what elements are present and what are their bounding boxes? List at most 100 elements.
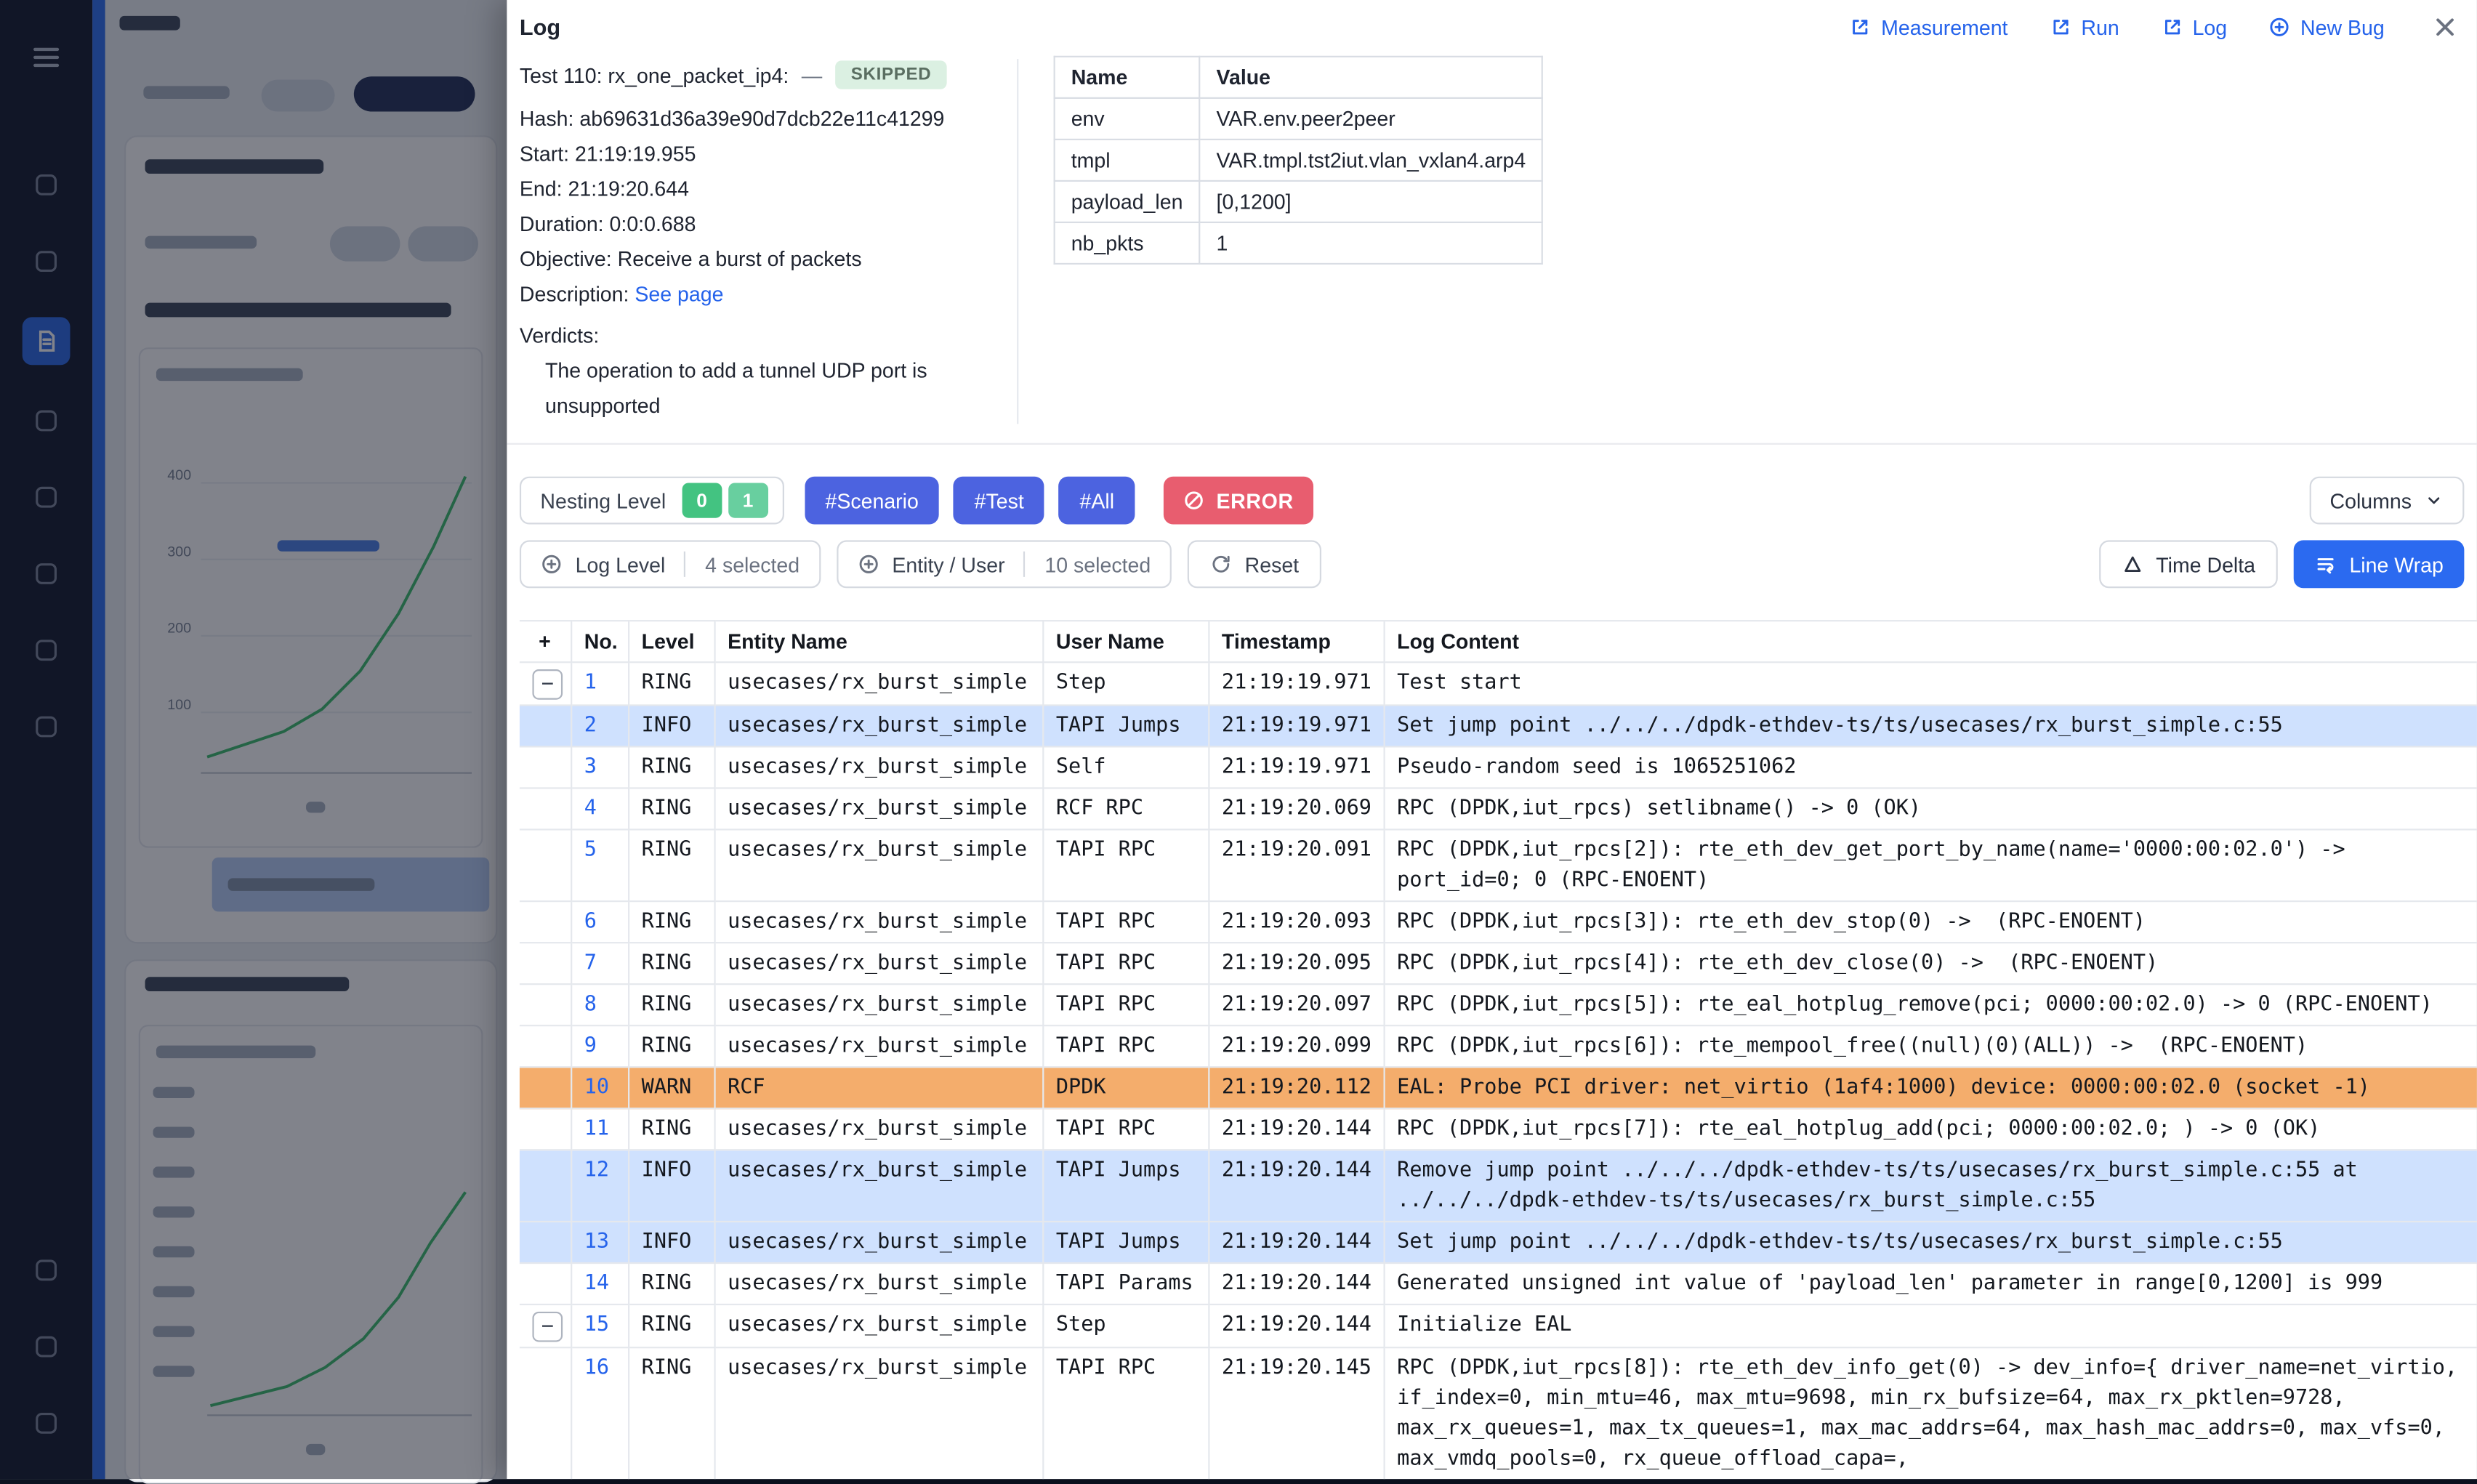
collapse-cell (520, 1067, 571, 1108)
log-row-7: 7RINGusecases/rx_burst_simpleTAPI RPC21:… (520, 943, 2477, 984)
header-actions: Measurement Run Log New Bug (1849, 15, 2384, 39)
collapse-cell (520, 984, 571, 1025)
action-run[interactable]: Run (2050, 15, 2119, 39)
param-col-header: Name (1055, 57, 1200, 98)
timestamp-cell: 21:19:20.093 (1208, 901, 1383, 943)
tag-filter-scenario[interactable]: #Scenario (805, 477, 939, 525)
row-number-link[interactable]: 15 (584, 1313, 609, 1337)
parameters-table: NameValueenvVAR.env.peer2peertmplVAR.tmp… (1054, 56, 1544, 265)
no-cell: 5 (571, 829, 628, 901)
user-cell: TAPI Params (1042, 1263, 1208, 1304)
description-line: Description: See page (520, 278, 1017, 312)
collapse-cell (520, 1222, 571, 1263)
log-row-9: 9RINGusecases/rx_burst_simpleTAPI RPC21:… (520, 1025, 2477, 1067)
action-new-bug[interactable]: New Bug (2268, 15, 2385, 39)
level-cell: RING (628, 1304, 714, 1347)
log-level-filter[interactable]: Log Level 4 selected (520, 540, 821, 588)
log-row-5: 5RINGusecases/rx_burst_simpleTAPI RPC21:… (520, 829, 2477, 901)
log-content-cell: RPC (DPDK,iut_rpcs[2]): rte_eth_dev_get_… (1384, 829, 2477, 901)
row-number-link[interactable]: 13 (584, 1230, 609, 1254)
nesting-badges: 01 (682, 483, 774, 517)
action-log[interactable]: Log (2161, 15, 2227, 39)
log-content-cell: RPC (DPDK,iut_rpcs[4]): rte_eth_dev_clos… (1384, 943, 2477, 984)
log-row-2: 2INFOusecases/rx_burst_simpleTAPI Jumps2… (520, 705, 2477, 746)
row-number-link[interactable]: 16 (584, 1356, 609, 1380)
columns-button[interactable]: Columns (2309, 477, 2464, 525)
no-cell: 1 (571, 662, 628, 705)
no-cell: 3 (571, 746, 628, 788)
entity-cell: usecases/rx_burst_simple (714, 1108, 1042, 1150)
entity-user-filter[interactable]: Entity / User 10 selected (837, 540, 1172, 588)
row-number-link[interactable]: 6 (584, 910, 597, 934)
nesting-level-1[interactable]: 1 (728, 483, 768, 517)
duration-line: Duration: 0:0:0.688 (520, 207, 1017, 242)
timestamp-cell: 21:19:20.144 (1208, 1150, 1383, 1222)
entity-cell: usecases/rx_burst_simple (714, 1025, 1042, 1067)
row-number-link[interactable]: 3 (584, 755, 597, 779)
tag-filter-test[interactable]: #Test (954, 477, 1044, 525)
table-tools: Time Delta Line Wrap (2098, 540, 2464, 588)
user-cell: Self (1042, 746, 1208, 788)
log-col-header-[interactable]: + (520, 621, 571, 662)
param-cell: env (1055, 98, 1200, 140)
time-delta-label: Time Delta (2156, 552, 2255, 576)
log-content-cell: Pseudo-random seed is 1065251062 (1384, 746, 2477, 788)
log-col-header-level: Level (628, 621, 714, 662)
line-wrap-button[interactable]: Line Wrap (2294, 540, 2465, 588)
param-cell: [0,1200] (1200, 181, 1543, 222)
user-cell: DPDK (1042, 1067, 1208, 1108)
test-info-section: Test 110: rx_one_packet_ip4: — SKIPPED H… (507, 40, 2477, 443)
row-number-link[interactable]: 9 (584, 1034, 597, 1058)
error-label: ERROR (1216, 488, 1293, 512)
no-cell: 12 (571, 1150, 628, 1222)
param-cell: 1 (1200, 222, 1543, 264)
log-row-14: 14RINGusecases/rx_burst_simpleTAPI Param… (520, 1263, 2477, 1304)
timestamp-cell: 21:19:20.099 (1208, 1025, 1383, 1067)
nesting-level-0[interactable]: 0 (682, 483, 722, 517)
level-cell: RING (628, 984, 714, 1025)
reset-filters-button[interactable]: Reset (1188, 540, 1321, 588)
collapse-cell (520, 788, 571, 829)
collapse-cell (520, 943, 571, 984)
end-line: End: 21:19:20.644 (520, 172, 1017, 207)
param-cell: VAR.tmpl.tst2iut.vlan_vxlan4.arp4 (1200, 140, 1543, 181)
collapse-row-button[interactable]: − (532, 1312, 563, 1342)
level-cell: RING (628, 1347, 714, 1479)
row-number-link[interactable]: 8 (584, 993, 597, 1017)
log-row-11: 11RINGusecases/rx_burst_simpleTAPI RPC21… (520, 1108, 2477, 1150)
log-col-header-no: No. (571, 621, 628, 662)
error-filter-button[interactable]: ERROR (1164, 477, 1313, 525)
row-number-link[interactable]: 7 (584, 951, 597, 975)
collapse-cell (520, 1263, 571, 1304)
time-delta-button[interactable]: Time Delta (2098, 540, 2277, 588)
collapse-cell (520, 1108, 571, 1150)
close-icon[interactable] (2433, 15, 2458, 40)
x-icon (2433, 15, 2458, 40)
tag-filter-buttons: #Scenario #Test #All (805, 477, 1135, 525)
log-col-header-entity-name: Entity Name (714, 621, 1042, 662)
collapse-cell (520, 1347, 571, 1479)
log-row-10: 10WARNRCFDPDK21:19:20.112EAL: Probe PCI … (520, 1067, 2477, 1108)
row-number-link[interactable]: 5 (584, 839, 597, 863)
action-label: New Bug (2300, 15, 2385, 39)
action-measurement[interactable]: Measurement (1849, 15, 2007, 39)
row-number-link[interactable]: 10 (584, 1076, 609, 1100)
filter-row-1: Nesting Level 01 #Scenario#Test#All ERRO… (520, 477, 2464, 525)
param-cell: nb_pkts (1055, 222, 1200, 264)
collapse-row-button[interactable]: − (532, 669, 563, 700)
see-page-link[interactable]: See page (635, 282, 723, 306)
page-title: Log (520, 15, 560, 40)
timestamp-cell: 21:19:20.091 (1208, 829, 1383, 901)
tag-filter-all[interactable]: #All (1059, 477, 1135, 525)
entity-cell: usecases/rx_burst_simple (714, 1222, 1042, 1263)
row-number-link[interactable]: 1 (584, 671, 597, 695)
row-number-link[interactable]: 11 (584, 1117, 609, 1141)
no-cell: 13 (571, 1222, 628, 1263)
row-number-link[interactable]: 14 (584, 1272, 609, 1296)
no-cell: 11 (571, 1108, 628, 1150)
timestamp-cell: 21:19:20.069 (1208, 788, 1383, 829)
param-row: tmplVAR.tmpl.tst2iut.vlan_vxlan4.arp4 (1055, 140, 1543, 181)
row-number-link[interactable]: 12 (584, 1158, 609, 1182)
row-number-link[interactable]: 2 (584, 714, 597, 738)
row-number-link[interactable]: 4 (584, 797, 597, 821)
